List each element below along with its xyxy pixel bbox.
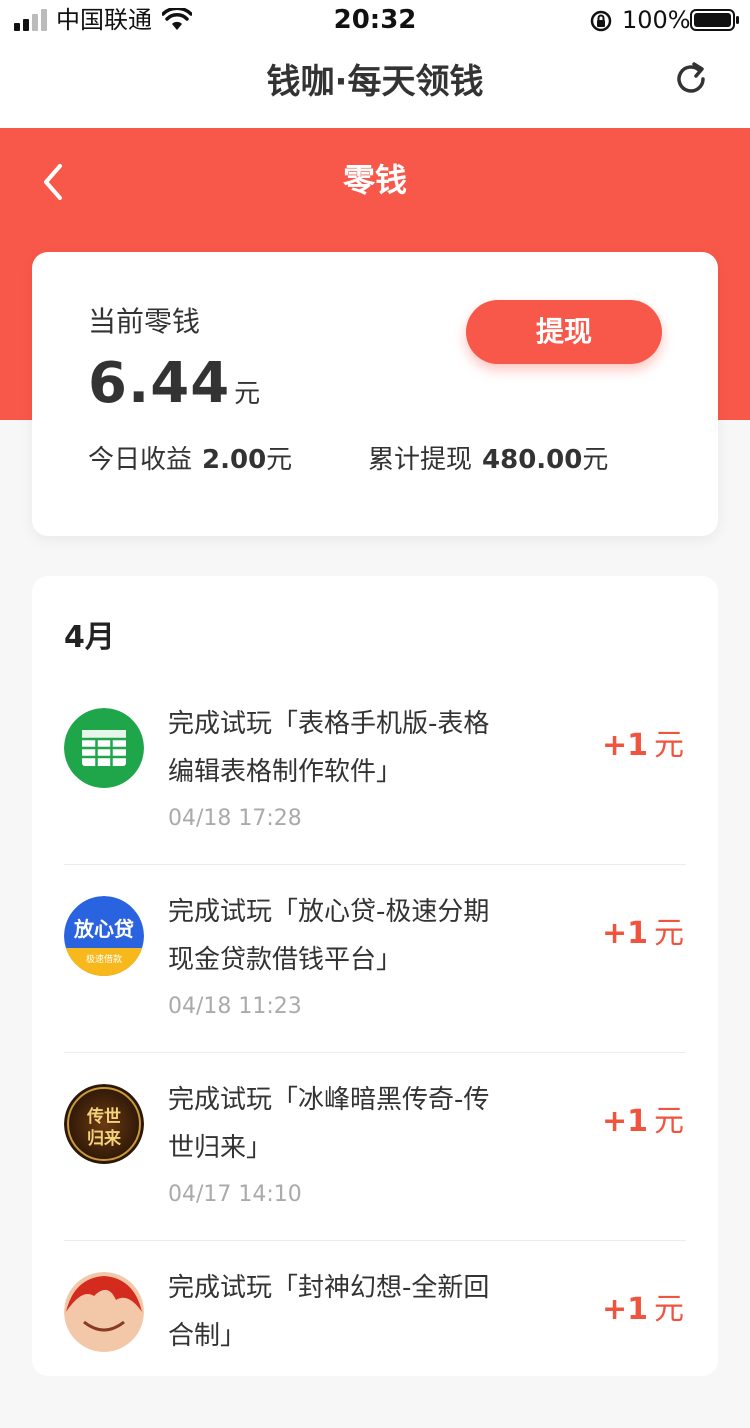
record-description: 完成试玩「冰峰暗黑传奇-传 世归来」 xyxy=(168,1076,548,1172)
list-item[interactable]: 完成试玩「封神幻想-全新回 合制」 +1 元 xyxy=(64,1240,686,1428)
record-reward: +1 元 xyxy=(602,1290,684,1330)
list-item[interactable]: 完成试玩「表格手机版-表格 编辑表格制作软件」 04/18 17:28 +1 元 xyxy=(64,676,686,864)
record-line-2: 编辑表格制作软件」 xyxy=(168,757,403,787)
reward-amount: +1 xyxy=(601,1104,648,1139)
today-earnings: 今日收益 2.00元 xyxy=(88,442,292,478)
reward-unit: 元 xyxy=(654,916,684,951)
list-item[interactable]: 放心贷 极速借款 完成试玩「放心贷-极速分期 现金贷款借钱平台」 04/18 1… xyxy=(64,864,686,1052)
records-card: 4月 完成试玩「表格手机版-表格 编辑表格制作软件」 04/18 17:28 +… xyxy=(32,576,718,1376)
balance-value: 6.44 xyxy=(88,351,231,416)
balance-unit: 元 xyxy=(234,379,261,409)
app-header: 钱咖·每天领钱 xyxy=(0,40,750,128)
today-earnings-value: 2.00 xyxy=(202,445,267,475)
record-line-1: 完成试玩「放心贷-极速分期 xyxy=(168,897,490,927)
record-reward: +1 元 xyxy=(602,914,684,954)
record-line-1: 完成试玩「表格手机版-表格 xyxy=(168,709,490,739)
total-withdrawn-value: 480.00 xyxy=(482,445,583,475)
total-withdrawn-label: 累计提现 xyxy=(368,445,473,475)
refresh-icon[interactable] xyxy=(670,58,712,100)
balance-label: 当前零钱 xyxy=(88,305,201,338)
status-bar: 中国联通 20:32 100% xyxy=(0,0,750,40)
record-reward: +1 元 xyxy=(602,1102,684,1142)
today-earnings-unit: 元 xyxy=(266,445,293,475)
reward-amount: +1 xyxy=(601,728,648,763)
record-line-2: 现金贷款借钱平台」 xyxy=(168,945,403,975)
reward-unit: 元 xyxy=(654,728,684,763)
record-line-2: 合制」 xyxy=(168,1321,247,1351)
record-description: 完成试玩「表格手机版-表格 编辑表格制作软件」 xyxy=(168,700,548,796)
record-description: 完成试玩「封神幻想-全新回 合制」 xyxy=(168,1264,548,1360)
loan-icon-subtext: 极速借款 xyxy=(86,953,122,965)
game-icon-text: 传世 xyxy=(86,1106,121,1127)
loan-icon-text: 放心贷 xyxy=(73,917,134,941)
app-title: 钱咖·每天领钱 xyxy=(266,62,484,102)
record-line-2: 世归来」 xyxy=(168,1133,273,1163)
loan-app-icon: 放心贷 极速借款 xyxy=(64,896,144,976)
total-withdrawn: 累计提现 480.00元 xyxy=(368,442,608,478)
total-withdrawn-unit: 元 xyxy=(582,445,609,475)
withdraw-button[interactable]: 提现 xyxy=(466,300,662,364)
reward-unit: 元 xyxy=(654,1292,684,1327)
reward-amount: +1 xyxy=(601,916,648,951)
battery-icon xyxy=(690,9,739,31)
record-reward: +1 元 xyxy=(602,726,684,766)
fantasy-game-app-icon xyxy=(64,1272,144,1352)
balance-card: 当前零钱 6.44 元 提现 今日收益 2.00元 累计提现 480.00元 xyxy=(32,252,718,536)
balance-amount: 6.44 元 xyxy=(88,352,260,429)
month-header: 4月 xyxy=(64,620,115,655)
reward-unit: 元 xyxy=(654,1104,684,1139)
page-title: 零钱 xyxy=(342,161,407,199)
record-description: 完成试玩「放心贷-极速分期 现金贷款借钱平台」 xyxy=(168,888,548,984)
reward-amount: +1 xyxy=(601,1292,648,1327)
list-item[interactable]: 传世 归来 完成试玩「冰峰暗黑传奇-传 世归来」 04/17 14:10 +1 元 xyxy=(64,1052,686,1240)
game-icon-text-2: 归来 xyxy=(87,1128,122,1149)
game-app-icon: 传世 归来 xyxy=(64,1084,144,1164)
record-time: 04/18 11:23 xyxy=(168,994,302,1019)
today-earnings-label: 今日收益 xyxy=(88,445,193,475)
record-time: 04/18 17:28 xyxy=(168,806,302,831)
battery-percentage: 100% xyxy=(622,6,691,34)
orientation-lock-icon xyxy=(590,10,612,32)
divider xyxy=(64,1052,686,1053)
divider xyxy=(64,1240,686,1241)
record-time: 04/17 14:10 xyxy=(168,1182,302,1207)
spreadsheet-app-icon xyxy=(64,708,144,788)
record-line-1: 完成试玩「封神幻想-全新回 xyxy=(168,1273,490,1303)
record-line-1: 完成试玩「冰峰暗黑传奇-传 xyxy=(168,1085,490,1115)
divider xyxy=(64,864,686,865)
